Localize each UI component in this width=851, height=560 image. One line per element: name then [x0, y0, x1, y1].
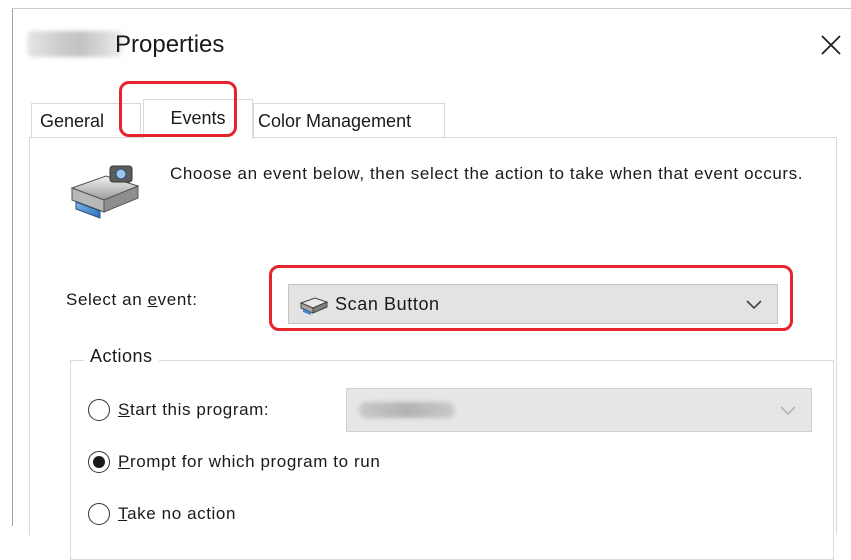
tab-color-management[interactable]: Color Management: [253, 103, 445, 137]
radio-button[interactable]: [88, 399, 110, 421]
close-button[interactable]: [813, 27, 849, 63]
radio-button[interactable]: [88, 503, 110, 525]
device-name-blurred: [27, 31, 123, 57]
events-panel: Choose an event below, then select the a…: [29, 137, 837, 560]
radio-start-program[interactable]: Start this program:: [88, 396, 269, 424]
radio-no-action-label: Take no action: [118, 504, 237, 523]
event-dropdown[interactable]: Scan Button: [288, 284, 778, 324]
chevron-down-icon: [746, 300, 762, 310]
program-name-blurred: [359, 402, 455, 418]
radio-prompt-program-label: Prompt for which program to run: [118, 452, 381, 471]
chevron-down-icon: [780, 406, 796, 416]
radio-button[interactable]: [88, 451, 110, 473]
select-event-label: Select an event:: [66, 290, 198, 309]
intro-text: Choose an event below, then select the a…: [170, 164, 804, 183]
close-icon: [821, 35, 841, 55]
title-bar: Properties: [13, 9, 851, 81]
window-title: Properties: [115, 31, 225, 58]
properties-dialog: Properties General Events Color Manageme…: [12, 8, 851, 560]
actions-group-label: Actions: [84, 346, 159, 367]
scanner-icon: [70, 165, 140, 219]
event-dropdown-value: Scan Button: [335, 293, 440, 314]
radio-selected-dot: [93, 456, 105, 468]
tab-events[interactable]: Events: [143, 99, 253, 139]
radio-start-program-label: Start this program:: [118, 400, 270, 419]
program-dropdown: [346, 388, 812, 432]
radio-no-action[interactable]: Take no action: [88, 500, 236, 528]
radio-prompt-program[interactable]: Prompt for which program to run: [88, 448, 380, 476]
tab-general[interactable]: General: [31, 103, 141, 137]
scanner-small-icon: [299, 297, 329, 315]
